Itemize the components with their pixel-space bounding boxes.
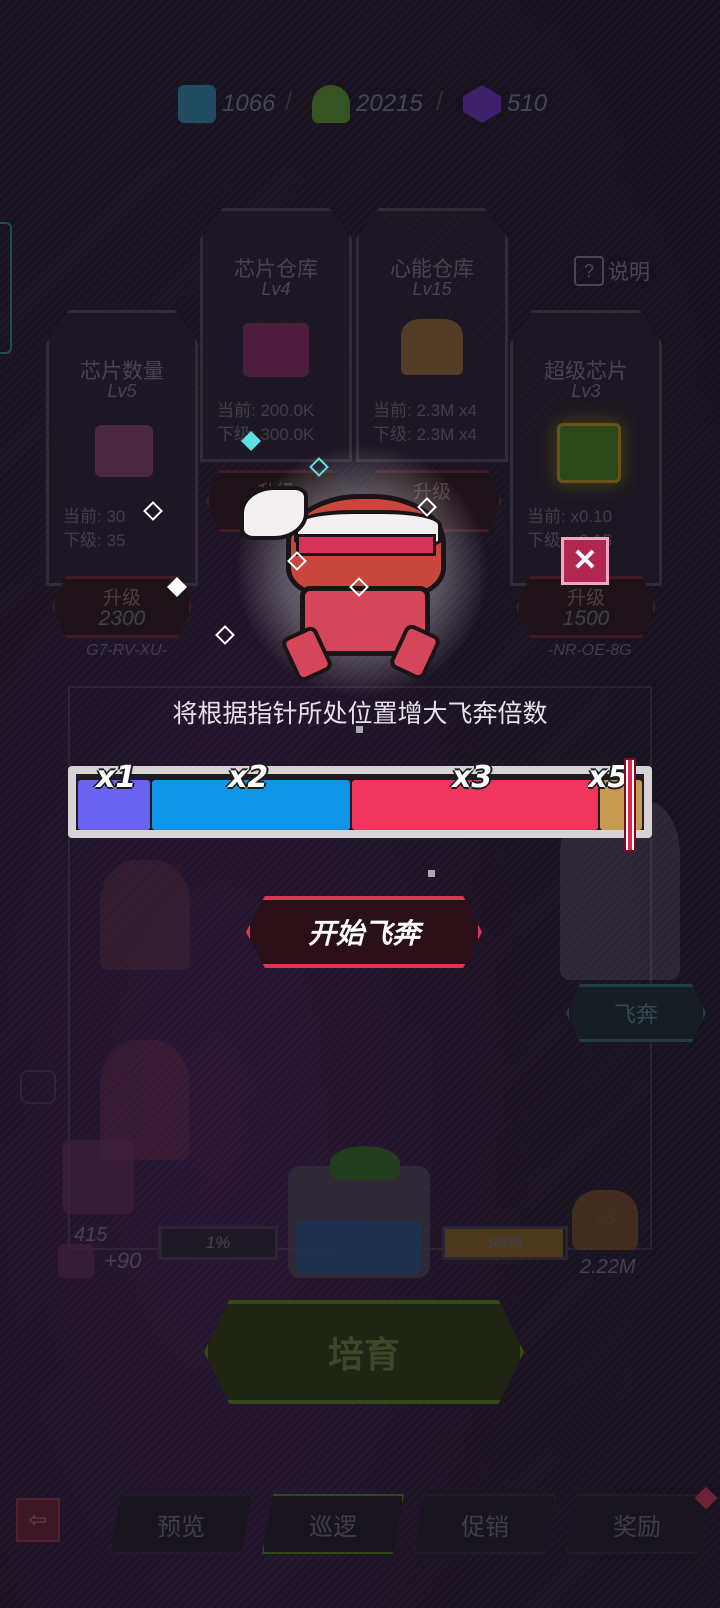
multiplier-label-x3: x3 [452, 760, 493, 795]
character-hand [240, 486, 308, 540]
multiplier-label-x1: x1 [96, 760, 137, 795]
start-run-label: 开始飞奔 [307, 918, 420, 949]
multiplier-pointer [624, 758, 636, 852]
character-headband [296, 534, 436, 556]
multiplier-message: 将根据指针所处位置增大飞奔倍数 [172, 700, 548, 728]
multiplier-bar: x1 x2 x3 x5 [68, 760, 652, 838]
sparkle [428, 870, 435, 877]
game-screen: 1066 / 20215 / 510 ? 说明 芯片数量 Lv5 当前: 30 … [0, 0, 720, 1608]
start-run-button[interactable]: 开始飞奔 [246, 896, 482, 968]
multiplier-label-x2: x2 [228, 760, 269, 795]
close-icon[interactable]: ✕ [561, 537, 609, 585]
